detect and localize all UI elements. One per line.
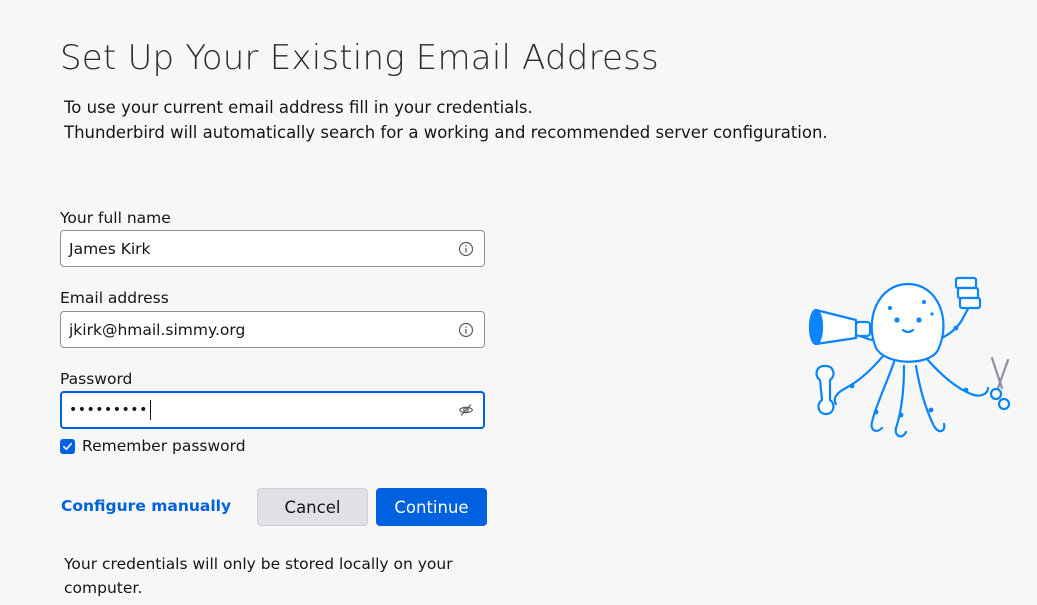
text-caret — [149, 400, 151, 420]
remember-password-checkbox[interactable] — [60, 438, 75, 454]
credentials-note: Your credentials will only be stored loc… — [64, 555, 453, 597]
password-label: Password — [60, 370, 133, 388]
remember-password-label[interactable]: Remember password — [82, 437, 246, 455]
account-setup-page: Set Up Your Existing Email Address To us… — [0, 0, 1037, 605]
remember-password-row[interactable]: Remember password — [60, 437, 246, 455]
description-line-1: To use your current email address fill i… — [64, 98, 533, 117]
password-field[interactable]: ••••••••• — [60, 391, 485, 429]
email-label: Email address — [60, 289, 169, 307]
continue-button[interactable]: Continue — [376, 488, 487, 526]
full-name-value: James Kirk — [69, 239, 151, 258]
checkmark-icon — [63, 442, 72, 450]
info-icon[interactable] — [458, 322, 474, 338]
email-value: jkirk@hmail.simmy.org — [69, 320, 246, 339]
octopus-mascot-illustration — [808, 276, 1011, 438]
cancel-button[interactable]: Cancel — [257, 488, 368, 526]
eye-hidden-icon[interactable] — [458, 402, 474, 418]
page-description: To use your current email address fill i… — [64, 95, 828, 145]
full-name-label: Your full name — [60, 209, 171, 227]
page-title: Set Up Your Existing Email Address — [60, 38, 659, 78]
description-line-2: Thunderbird will automatically search fo… — [64, 123, 828, 142]
full-name-field[interactable]: James Kirk — [60, 230, 485, 267]
password-value: ••••••••• — [69, 402, 148, 418]
info-icon[interactable] — [458, 241, 474, 257]
email-field[interactable]: jkirk@hmail.simmy.org — [60, 311, 485, 348]
password-value-wrap: ••••••••• — [69, 393, 151, 427]
configure-manually-link[interactable]: Configure manually — [61, 497, 231, 515]
